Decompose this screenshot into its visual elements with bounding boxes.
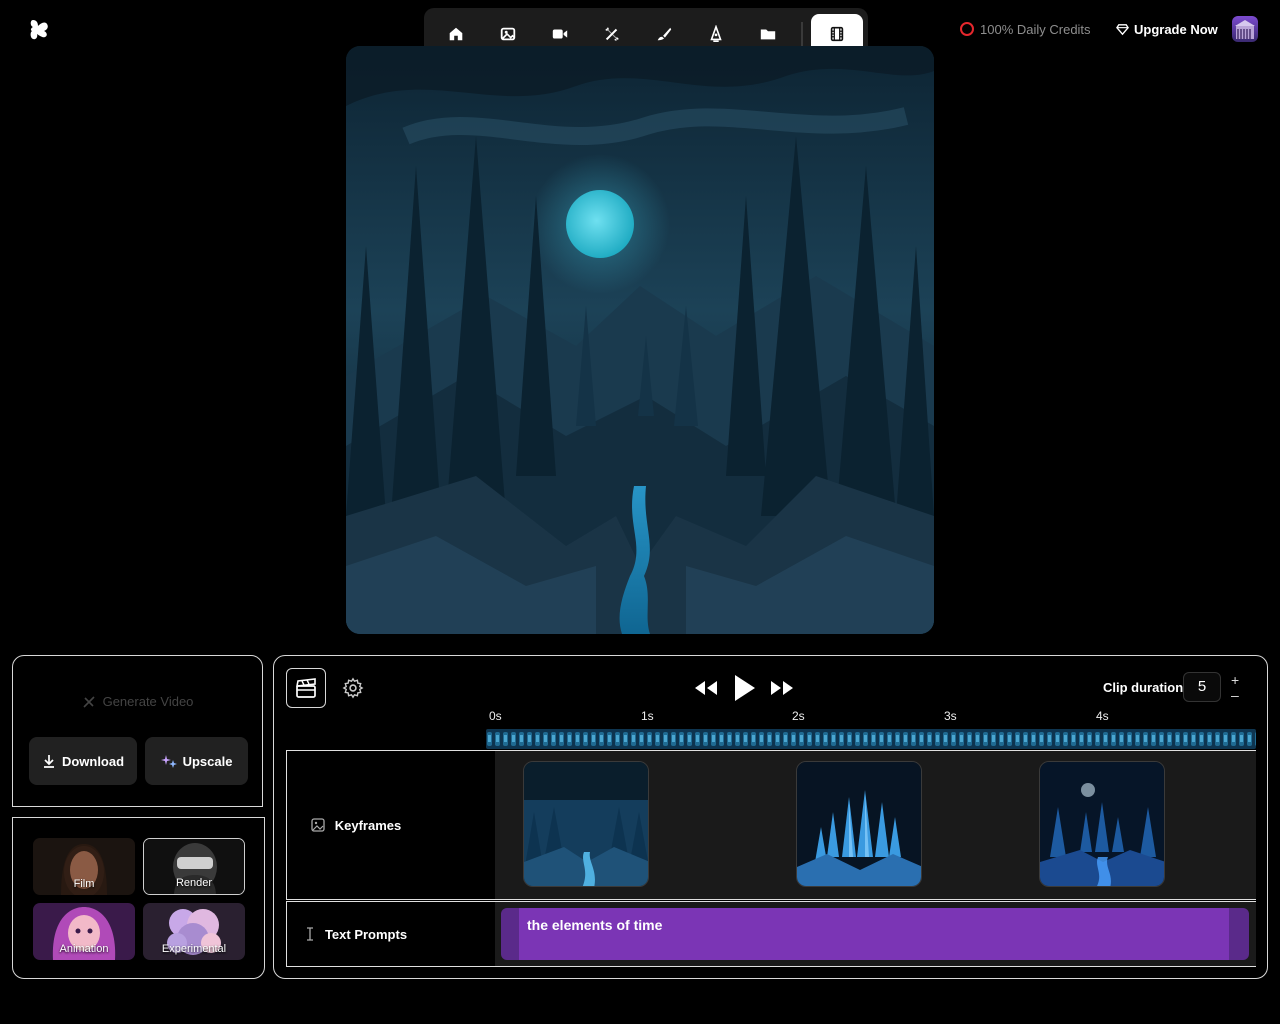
timeline-panel: Clip duration 5 + – 0s 1s 2s 3s 4s Keyfr… — [273, 655, 1268, 979]
time-tick: 0s — [489, 709, 502, 723]
text-prompt-text: the elements of time — [527, 917, 663, 933]
magic-wand-icon — [83, 695, 95, 708]
time-tick: 2s — [792, 709, 805, 723]
diamond-icon — [1116, 23, 1129, 35]
clip-duration-decrement[interactable]: – — [1231, 688, 1239, 702]
magic-wand-icon — [605, 27, 619, 41]
keyframe-thumbnail[interactable] — [523, 761, 649, 887]
preset-experimental[interactable]: Experimental — [143, 903, 245, 960]
timeline-scrubber[interactable] — [486, 729, 1256, 749]
image-icon — [500, 27, 516, 41]
keyframe-thumbnail[interactable] — [796, 761, 922, 887]
film-icon — [830, 26, 844, 42]
generate-video-label: Generate Video — [102, 694, 194, 709]
fast-forward-button[interactable] — [770, 680, 794, 696]
brush-icon — [657, 27, 672, 41]
upscale-label: Upscale — [182, 753, 233, 769]
pen-nib-icon — [710, 25, 722, 43]
credit-ring-icon — [960, 22, 974, 36]
time-tick: 3s — [944, 709, 957, 723]
keyframes-track-body — [425, 751, 1256, 899]
video-camera-icon — [552, 29, 568, 39]
keyframes-track-area — [495, 751, 1256, 899]
sparkles-icon — [160, 755, 177, 768]
preset-film[interactable]: Film — [33, 838, 135, 895]
playback-controls — [694, 672, 794, 704]
style-presets-panel: Film Render Animation Experimental — [12, 817, 265, 979]
download-icon — [43, 755, 54, 768]
text-prompts-track-area: the elements of time — [495, 902, 1256, 966]
preset-render[interactable]: Render — [143, 838, 245, 895]
text-prompts-track: Text Prompts the elements of time — [286, 901, 1256, 967]
preset-experimental-label: Experimental — [161, 943, 227, 955]
upscale-button[interactable]: Upscale — [145, 737, 248, 785]
keyframes-track-header: Keyframes — [286, 751, 426, 899]
preset-animation[interactable]: Animation — [33, 903, 135, 960]
rewind-button[interactable] — [694, 680, 718, 696]
video-action-panel: Generate Video Download Upscale — [12, 655, 263, 807]
keyframe-thumbnail[interactable] — [1039, 761, 1165, 887]
clapperboard-icon — [296, 678, 316, 698]
upgrade-label: Upgrade Now — [1134, 21, 1218, 37]
download-label: Download — [61, 753, 125, 769]
clip-duration-input[interactable]: 5 — [1183, 672, 1221, 702]
keyframes-track: Keyframes — [286, 750, 1256, 900]
daily-credits[interactable]: 100% Daily Credits — [960, 20, 1091, 38]
generate-video-button[interactable]: Generate Video — [13, 694, 262, 709]
home-icon — [449, 27, 463, 41]
credits-text: 100% Daily Credits — [980, 21, 1091, 37]
time-tick: 4s — [1096, 709, 1109, 723]
play-button[interactable] — [732, 674, 756, 702]
text-prompts-track-body: the elements of time — [425, 902, 1256, 966]
preset-render-label: Render — [175, 877, 213, 889]
text-cursor-icon — [306, 927, 313, 941]
clip-duration-label: Clip duration — [1103, 680, 1184, 695]
text-prompts-track-header: Text Prompts — [286, 902, 426, 966]
folder-icon — [760, 29, 776, 40]
timeline-settings-button[interactable] — [342, 677, 364, 699]
image-icon — [311, 818, 325, 832]
play-icon — [735, 675, 755, 701]
video-preview-image — [346, 46, 934, 634]
text-prompt-clip-body — [519, 908, 1229, 960]
download-button[interactable]: Download — [29, 737, 137, 785]
keyframes-label: Keyframes — [334, 817, 402, 833]
time-tick: 1s — [641, 709, 654, 723]
app-logo[interactable] — [29, 18, 51, 42]
rewind-icon — [695, 681, 717, 695]
clip-duration-increment[interactable]: + — [1231, 673, 1239, 687]
text-prompts-label: Text Prompts — [324, 926, 408, 942]
clapperboard-button[interactable] — [286, 668, 326, 708]
preset-animation-label: Animation — [59, 943, 109, 955]
upgrade-now-button[interactable]: Upgrade Now — [1116, 20, 1218, 38]
toolbar-divider — [801, 22, 803, 46]
user-avatar[interactable] — [1232, 16, 1258, 42]
preset-film-label: Film — [73, 878, 95, 890]
text-prompt-clip[interactable]: the elements of time — [501, 908, 1249, 960]
fast-forward-icon — [771, 681, 793, 695]
gear-icon — [342, 677, 364, 699]
